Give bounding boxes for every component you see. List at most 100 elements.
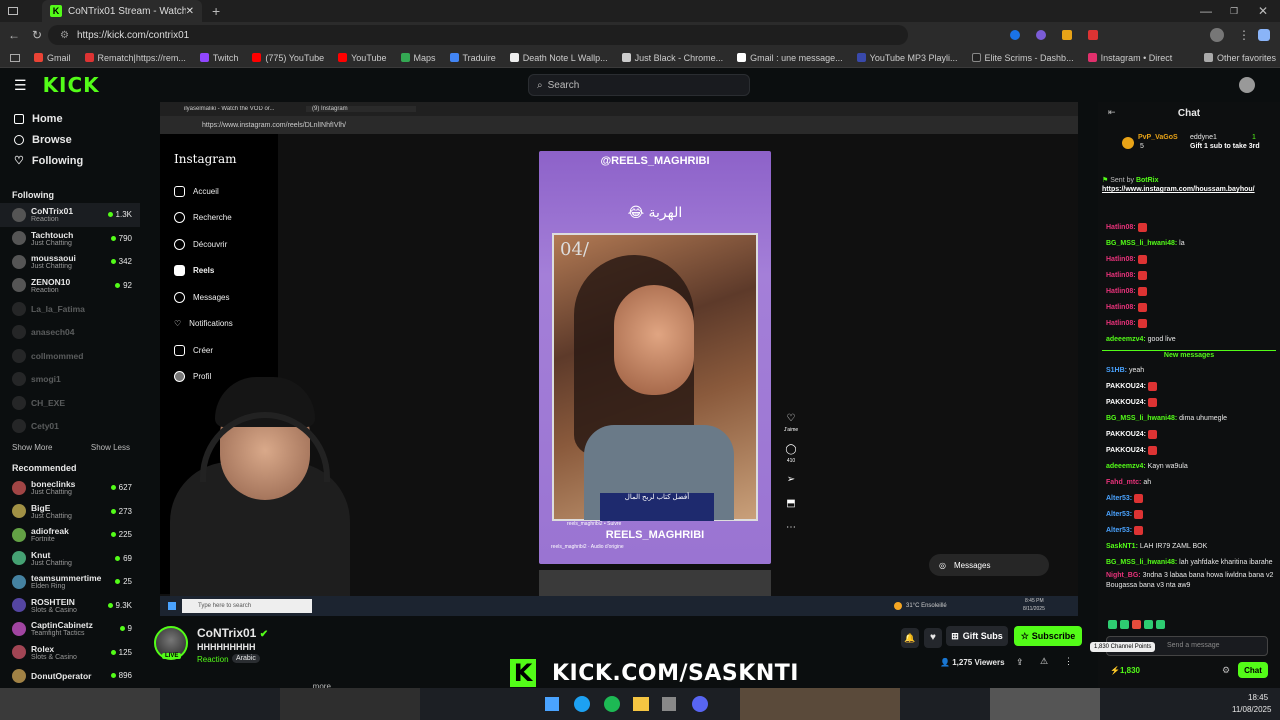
share-icon[interactable]: ⇪: [1016, 657, 1024, 668]
chat-username[interactable]: BG_MSS_li_hwani48:: [1106, 415, 1177, 422]
following-channel[interactable]: Cety01: [0, 415, 140, 439]
profile-avatar[interactable]: [1210, 28, 1224, 42]
chat-message[interactable]: PAKKOU24:: [1098, 427, 1280, 443]
extension-icon[interactable]: [1036, 30, 1046, 40]
back-icon[interactable]: ←: [8, 28, 20, 42]
chat-message[interactable]: adeeemzv4: good live: [1098, 332, 1280, 348]
emote-icon[interactable]: [1156, 620, 1165, 629]
recommended-channel[interactable]: Rolex Slots & Casino 125: [0, 641, 140, 665]
recommended-channel[interactable]: DonutOperator 896: [0, 664, 140, 688]
bookmark[interactable]: YouTube MP3 Playli...: [856, 53, 958, 63]
nav-browse[interactable]: Browse: [0, 129, 140, 150]
following-channel[interactable]: smogi1: [0, 368, 140, 392]
chat-message[interactable]: Alter53:: [1098, 523, 1280, 539]
chat-username[interactable]: adeeemzv4:: [1106, 463, 1146, 470]
other-favorites[interactable]: Other favorites: [1204, 53, 1276, 63]
chat-username[interactable]: Hatlin08:: [1106, 304, 1136, 311]
chat-message[interactable]: Alter53:: [1098, 507, 1280, 523]
chat-username[interactable]: PAKKOU24:: [1106, 431, 1146, 438]
following-channel[interactable]: moussaoui Just Chatting 342: [0, 250, 140, 274]
chat-username[interactable]: S1HB:: [1106, 367, 1127, 374]
bookmark[interactable]: Gmail : une message...: [737, 53, 843, 63]
following-channel[interactable]: anasech04: [0, 321, 140, 345]
chat-message[interactable]: Hatlin08:: [1098, 268, 1280, 284]
chat-message[interactable]: Hatlin08:: [1098, 316, 1280, 332]
chat-username[interactable]: Alter53:: [1106, 527, 1132, 534]
following-channel[interactable]: CH_EXE: [0, 391, 140, 415]
browser-tab[interactable]: K CoNTrix01 Stream - Watch l... ✕: [42, 0, 202, 22]
chat-username[interactable]: PAKKOU24:: [1106, 399, 1146, 406]
user-avatar[interactable]: [1239, 77, 1255, 93]
chat-username[interactable]: Alter53:: [1106, 511, 1132, 518]
chat-message[interactable]: Night_BG: 3ndna 3 labaa bana howa liwldn…: [1098, 571, 1280, 591]
stream-category[interactable]: Reaction: [197, 655, 229, 664]
explorer-icon[interactable]: [633, 697, 649, 711]
following-channel[interactable]: CoNTrix01 Reaction 1.3K: [0, 203, 140, 227]
window-menu-icon[interactable]: [8, 7, 18, 15]
emote-icon[interactable]: [1108, 620, 1117, 629]
search-input[interactable]: ⌕ Search: [528, 74, 750, 96]
bell-icon[interactable]: 🔔: [901, 628, 919, 648]
streamer-name[interactable]: CoNTrix01 ✔: [197, 626, 268, 640]
recommended-channel[interactable]: adiofreak Fortnite 225: [0, 523, 140, 547]
show-less-button[interactable]: Show Less: [91, 443, 130, 452]
apps-icon[interactable]: [10, 53, 20, 62]
hamburger-menu-icon[interactable]: ☰: [14, 77, 27, 94]
discord-icon[interactable]: [692, 696, 708, 712]
chat-username[interactable]: Hatlin08:: [1106, 288, 1136, 295]
chat-username[interactable]: SaskNT1:: [1106, 543, 1138, 550]
reload-icon[interactable]: ↻: [32, 28, 42, 42]
windows-start-icon[interactable]: [545, 697, 559, 711]
menu-icon[interactable]: ⋮: [1238, 28, 1250, 42]
following-channel[interactable]: Tachtouch Just Chatting 790: [0, 227, 140, 251]
follow-heart-icon[interactable]: ♥: [924, 628, 942, 648]
nav-following[interactable]: ♡ Following: [0, 150, 140, 171]
chat-username[interactable]: Hatlin08:: [1106, 256, 1136, 263]
chat-username[interactable]: adeeemzv4:: [1106, 336, 1146, 343]
bookmark[interactable]: Maps: [400, 53, 436, 63]
chat-message[interactable]: PAKKOU24:: [1098, 443, 1280, 459]
recommended-channel[interactable]: ROSHTEIN Slots & Casino 9.3K: [0, 594, 140, 618]
chat-username[interactable]: PAKKOU24:: [1106, 447, 1146, 454]
emote-icon[interactable]: [1132, 620, 1141, 629]
following-channel[interactable]: ZENON10 Reaction 92: [0, 274, 140, 298]
bookmark[interactable]: Death Note L Wallp...: [509, 53, 608, 63]
chat-message[interactable]: adeeemzv4: Kayn wa9ula: [1098, 459, 1280, 475]
chat-send-button[interactable]: Chat: [1238, 662, 1268, 678]
subscribe-button[interactable]: ☆ Subscribe: [1014, 626, 1082, 646]
chat-message[interactable]: PAKKOU24:: [1098, 395, 1280, 411]
store-icon[interactable]: [662, 697, 676, 711]
video-player[interactable]: ilyaselmaliki - Watch the VOD or... (9) …: [160, 102, 1078, 616]
extension-icon[interactable]: [1088, 30, 1098, 40]
bookmark[interactable]: Rematch|https://rem...: [84, 53, 186, 63]
maximize-icon[interactable]: ❐: [1230, 6, 1238, 17]
bookmark[interactable]: Just Black - Chrome...: [621, 53, 723, 63]
chat-message[interactable]: SaskNT1: LAH IR79 ZAML BOK: [1098, 539, 1280, 555]
chat-message[interactable]: Fahd_mtc: ah: [1098, 475, 1280, 491]
chat-message[interactable]: BG_MSS_li_hwani48: dima uhumegle: [1098, 411, 1280, 427]
chat-username[interactable]: BG_MSS_li_hwani48:: [1106, 559, 1177, 566]
following-channel[interactable]: La_la_Fatima: [0, 297, 140, 321]
site-info-icon[interactable]: ⚙: [60, 30, 69, 41]
emote-icon[interactable]: [1144, 620, 1153, 629]
minimize-icon[interactable]: —: [1200, 4, 1212, 18]
url-field[interactable]: ⚙ https://kick.com/contrix01: [48, 25, 908, 45]
chat-message[interactable]: Hatlin08:: [1098, 252, 1280, 268]
chat-username[interactable]: PAKKOU24:: [1106, 383, 1146, 390]
recommended-channel[interactable]: CaptinCabinetz Teamfight Tactics 9: [0, 617, 140, 641]
recommended-channel[interactable]: BigE Just Chatting 273: [0, 500, 140, 524]
emote-icon[interactable]: [1120, 620, 1129, 629]
language-tag[interactable]: Arabic: [232, 654, 260, 663]
show-more-button[interactable]: Show More: [12, 443, 52, 452]
extension-icon[interactable]: [1062, 30, 1072, 40]
chat-username[interactable]: BG_MSS_li_hwani48:: [1106, 240, 1177, 247]
nav-home[interactable]: Home: [0, 108, 140, 129]
chat-username[interactable]: Night_BG:: [1106, 572, 1141, 579]
new-tab-icon[interactable]: +: [212, 3, 220, 19]
bookmark[interactable]: Elite Scrims - Dashb...: [971, 53, 1074, 63]
tab-close-icon[interactable]: ✕: [186, 6, 194, 17]
chat-message[interactable]: Hatlin08:: [1098, 284, 1280, 300]
close-window-icon[interactable]: ✕: [1258, 4, 1268, 18]
chat-message[interactable]: Hatlin08:: [1098, 300, 1280, 316]
recommended-channel[interactable]: teamsummertime Elden Ring 25: [0, 570, 140, 594]
